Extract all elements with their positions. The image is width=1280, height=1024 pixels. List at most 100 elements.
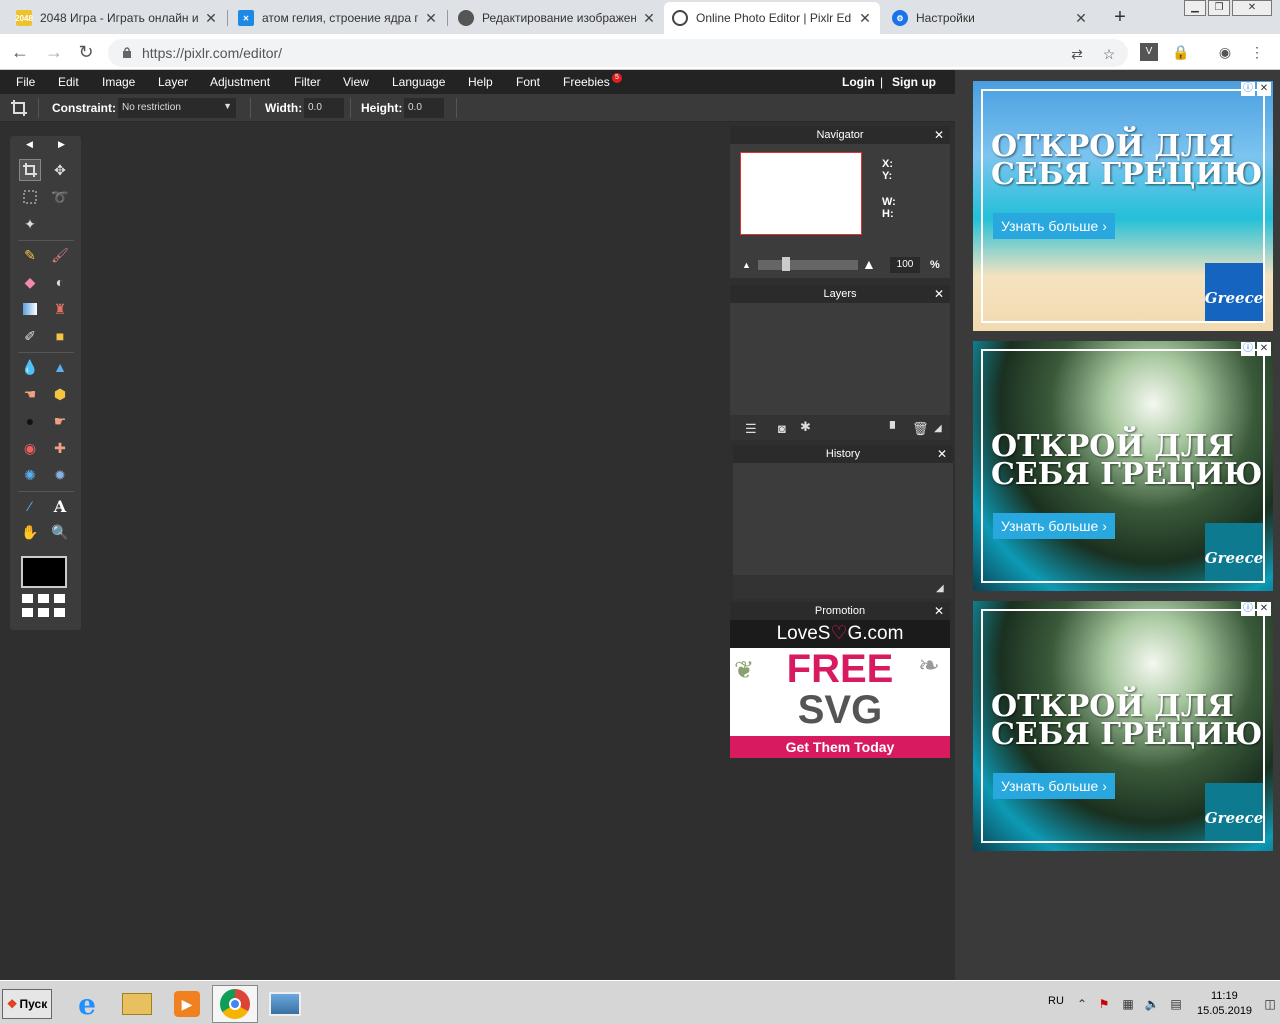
gradient-tool-icon[interactable] [19,298,41,320]
zoom-in-icon[interactable]: ▲ [862,256,876,272]
collapse-left-icon[interactable]: ◀ [26,139,33,150]
color-swatch[interactable] [21,556,67,588]
zoom-slider[interactable] [758,260,858,270]
taskbar-photo-viewer[interactable] [262,985,308,1023]
pencil-tool-icon[interactable]: ✎ [19,244,41,266]
extension-lock-icon[interactable]: 🔒 [1172,43,1190,61]
bloat-tool-icon[interactable]: ✺ [19,464,41,486]
resize-handle-icon[interactable]: ◢ [934,423,942,434]
action-center-icon[interactable]: ▤ [1168,996,1184,1012]
spot-heal-icon[interactable]: ✚ [49,437,71,459]
extension-v-icon[interactable]: V [1140,43,1158,61]
hand-tool-icon[interactable]: ✋ [19,521,41,543]
close-icon[interactable]: ✕ [934,126,944,144]
taskbar-media-player[interactable]: ▶ [164,985,210,1023]
grid-view-icon[interactable] [38,594,49,603]
width-input[interactable]: 0.0 [304,98,344,118]
profile-icon[interactable]: ◉ [1216,43,1234,61]
security-flag-icon[interactable]: ⚑ [1096,996,1112,1012]
close-tab-icon[interactable]: ✕ [424,10,438,27]
clock-time[interactable]: 11:19 [1211,990,1238,1002]
zoom-out-icon[interactable]: ▲ [742,260,751,270]
marquee-tool-icon[interactable] [19,186,41,208]
grid-view-icon[interactable] [22,608,33,617]
taskbar-chrome[interactable] [212,985,258,1023]
menu-dots-icon[interactable]: ⋮ [1248,43,1266,61]
ad-banner-1[interactable]: ОТКРОЙ ДЛЯ СЕБЯ ГРЕЦИЮ Узнать больше › Gr… [973,81,1273,331]
ad-info-icon[interactable]: ⓘ [1241,602,1255,616]
lasso-tool-icon[interactable]: ➰ [49,186,71,208]
menu-help[interactable]: Help [468,75,493,89]
color-replace-icon[interactable]: ✐ [19,325,41,347]
menu-image[interactable]: Image [102,75,135,89]
show-hidden-icons-icon[interactable]: ⌃ [1074,996,1090,1012]
ad-info-icon[interactable]: ⓘ [1241,82,1255,96]
delete-layer-icon[interactable]: 🗑 [912,421,929,437]
grid-view-icon[interactable] [38,608,49,617]
grid-view-icon[interactable] [54,608,65,617]
new-layer-icon[interactable]: ▘ [890,421,900,437]
menu-edit[interactable]: Edit [58,75,79,89]
close-window-button[interactable]: ✕ [1232,0,1272,16]
zoom-slider-handle[interactable] [782,257,790,271]
taskbar-ie[interactable]: e [64,985,110,1023]
layer-mask-icon[interactable]: ◙ [778,421,786,436]
minimize-button[interactable]: ▁ [1184,0,1206,16]
ad-learn-more-button[interactable]: Узнать больше › [993,513,1115,539]
close-tab-icon[interactable]: ✕ [1074,10,1088,27]
smudge-tool-icon[interactable]: ☚ [19,383,41,405]
ad-banner-3[interactable]: ОТКРОЙ ДЛЯ СЕБЯ ГРЕЦИЮ Узнать больше › Gr… [973,601,1273,851]
bookmark-star-icon[interactable]: ☆ [1100,45,1118,63]
promo-cta-button[interactable]: Get Them Today [730,736,950,758]
zoom-value[interactable]: 100 [890,257,920,273]
login-link[interactable]: Login [842,75,875,89]
burn-tool-icon[interactable]: ● [19,410,41,432]
grid-view-icon[interactable] [54,594,65,603]
close-tab-icon[interactable]: ✕ [858,10,872,27]
resize-handle-icon[interactable]: ◢ [936,583,944,594]
translate-icon[interactable]: ⇄ [1068,45,1086,63]
drop-blur-icon[interactable]: 💧 [19,356,41,378]
layer-settings-icon[interactable]: ☰ [745,421,757,437]
omnibox[interactable]: https://pixlr.com/editor/ ⇄ ☆ [108,39,1128,67]
reload-button[interactable]: ↻ [74,40,98,64]
menu-adjustment[interactable]: Adjustment [210,75,270,89]
dodge-tool-icon[interactable]: ☛ [49,410,71,432]
eraser-tool-icon[interactable]: ◆ [19,271,41,293]
paint-bucket-icon[interactable]: ◐ [49,271,71,293]
close-icon[interactable]: ✕ [937,445,947,463]
start-button[interactable]: ❖ Пуск [2,989,52,1019]
language-indicator[interactable]: RU [1048,995,1064,1007]
back-button[interactable]: ← [8,40,32,64]
notifications-icon[interactable]: ◫ [1262,996,1278,1012]
menu-view[interactable]: View [343,75,369,89]
volume-icon[interactable]: 🔈 [1144,996,1160,1012]
color-picker-icon[interactable]: ⁄ [19,495,41,517]
forward-button[interactable]: → [42,40,66,64]
menu-font[interactable]: Font [516,75,540,89]
tab-settings[interactable]: ⚙ Настройки ✕ [884,2,1096,34]
ad-close-icon[interactable]: ✕ [1257,342,1271,356]
ad-close-icon[interactable]: ✕ [1257,602,1271,616]
signup-link[interactable]: Sign up [892,75,936,89]
close-tab-icon[interactable]: ✕ [642,10,656,27]
menu-layer[interactable]: Layer [158,75,188,89]
new-tab-button[interactable]: + [1108,5,1132,29]
promotion-banner[interactable]: LoveS♡G.com ❦ ❧ FREE SVG Get Them Today [730,620,950,758]
ad-learn-more-button[interactable]: Узнать больше › [993,213,1115,239]
navigator-preview[interactable] [740,152,862,235]
close-icon[interactable]: ✕ [934,285,944,303]
type-tool-icon[interactable]: A [49,495,71,517]
crop-tool-icon[interactable] [19,159,41,181]
pinch-tool-icon[interactable]: ✹ [49,464,71,486]
tab-image-edit[interactable]: Редактирование изображения ✕ [450,2,664,34]
network-icon[interactable]: ▦ [1120,996,1136,1012]
tab-2048[interactable]: 2048 2048 Игра - Играть онлайн иг ✕ [8,2,226,34]
taskbar-explorer[interactable] [114,985,160,1023]
menu-language[interactable]: Language [392,75,445,89]
ad-close-icon[interactable]: ✕ [1257,82,1271,96]
tab-helium[interactable]: ✕ атом гелия, строение ядра ге ✕ [230,2,446,34]
zoom-tool-icon[interactable]: 🔍 [49,521,71,543]
height-input[interactable]: 0.0 [404,98,444,118]
brush-tool-icon[interactable]: 🖌 [49,244,71,266]
